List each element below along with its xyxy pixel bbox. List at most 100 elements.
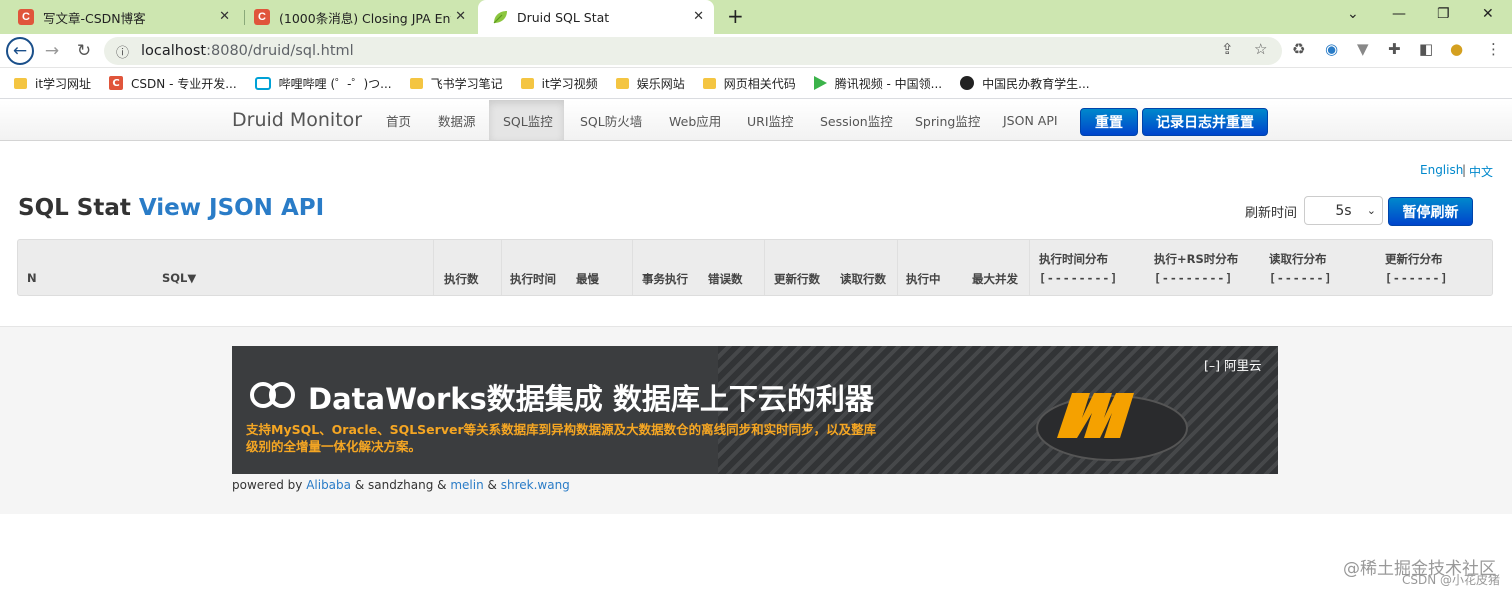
- close-icon[interactable]: ✕: [455, 9, 466, 24]
- column-divider: [433, 240, 434, 295]
- nav-item-uri[interactable]: URI监控: [733, 100, 808, 140]
- nav-item-webapp[interactable]: Web应用: [655, 100, 735, 140]
- col-header-errors[interactable]: 错误数: [708, 271, 743, 287]
- url-path: :8080/druid/sql.html: [206, 43, 354, 59]
- bookmark-item[interactable]: it学习网址: [14, 75, 91, 92]
- bookmark-item[interactable]: 网页相关代码: [702, 75, 796, 92]
- col-header-exec-time[interactable]: 执行时间: [510, 271, 556, 287]
- col-header-max-concurrent[interactable]: 最大并发: [972, 271, 1018, 287]
- view-json-api-link[interactable]: View JSON API: [139, 195, 324, 221]
- tencent-video-icon: [813, 76, 827, 90]
- nav-item-wall[interactable]: SQL防火墙: [566, 100, 656, 140]
- bookmark-item[interactable]: 飞书学习笔记: [409, 75, 503, 92]
- col-header-exec-rs-hist[interactable]: 执行+RS时分布: [1154, 251, 1238, 267]
- col-header-exec-count[interactable]: 执行数: [444, 271, 479, 287]
- col-header-txn-exec[interactable]: 事务执行: [642, 271, 688, 287]
- star-icon[interactable]: ☆: [1254, 40, 1267, 58]
- column-divider: [501, 240, 502, 295]
- bookmark-item[interactable]: 中国民办教育学生...: [960, 75, 1090, 92]
- browser-tab-druid[interactable]: Druid SQL Stat ✕: [478, 0, 714, 34]
- refresh-interval-select[interactable]: 5s ⌄: [1304, 196, 1383, 225]
- folder-icon: [615, 77, 629, 89]
- col-header-fetch-rows[interactable]: 读取行数: [840, 271, 886, 287]
- nav-item-spring[interactable]: Spring监控: [901, 100, 994, 140]
- log-and-reset-button[interactable]: 记录日志并重置: [1142, 108, 1268, 136]
- lang-english-link[interactable]: English: [1420, 163, 1463, 177]
- bookmark-item[interactable]: 腾讯视频 - 中国领...: [813, 75, 942, 92]
- alibaba-link[interactable]: Alibaba: [306, 478, 351, 492]
- close-icon[interactable]: ✕: [693, 9, 704, 24]
- bilibili-icon: [254, 76, 271, 90]
- arrow-right-icon: →: [44, 41, 60, 61]
- nav-item-session[interactable]: Session监控: [806, 100, 907, 140]
- fetch-hist-buckets: [------]: [1269, 271, 1333, 285]
- recycle-icon[interactable]: ♻: [1292, 40, 1305, 58]
- sql-stat-table: N SQL▼ 执行数 执行时间 最慢 事务执行 错误数 更新行数 读取行数 执行…: [17, 239, 1493, 296]
- col-header-running[interactable]: 执行中: [906, 271, 941, 287]
- minimize-icon[interactable]: —: [1392, 6, 1406, 22]
- new-tab-icon[interactable]: +: [727, 4, 744, 28]
- puzzle-icon[interactable]: ✚: [1388, 40, 1401, 58]
- leaf-icon: [493, 11, 507, 24]
- brand-title[interactable]: Druid Monitor: [232, 109, 362, 131]
- bookmark-label: 飞书学习笔记: [430, 76, 503, 91]
- bookmark-label: 中国民办教育学生...: [982, 76, 1090, 91]
- reload-button[interactable]: ↻: [70, 37, 98, 65]
- close-window-icon[interactable]: ✕: [1482, 6, 1494, 22]
- folder-icon: [409, 77, 423, 89]
- bookmark-item[interactable]: C CSDN - 专业开发...: [109, 75, 237, 92]
- extension-icon[interactable]: ◉: [1325, 40, 1338, 58]
- bookmark-item[interactable]: it学习视频: [520, 75, 598, 92]
- vue-devtools-icon[interactable]: ▼: [1357, 40, 1369, 58]
- csdn-icon: C: [109, 76, 124, 90]
- chevron-down-icon: ⌄: [1366, 204, 1376, 217]
- browser-tab-jpa[interactable]: C (1000条消息) Closing JPA Entit ✕: [240, 0, 476, 34]
- reset-button[interactable]: 重置: [1080, 108, 1138, 136]
- bookmark-label: it学习网址: [35, 76, 92, 91]
- menu-icon[interactable]: ⋮: [1486, 40, 1501, 58]
- nav-item-datasource[interactable]: 数据源: [424, 100, 490, 140]
- share-icon[interactable]: ⇪: [1221, 40, 1234, 58]
- nav-item-json-api[interactable]: JSON API: [989, 100, 1072, 140]
- nav-item-sql[interactable]: SQL监控: [489, 100, 564, 140]
- nav-item-home[interactable]: 首页: [372, 100, 425, 140]
- column-divider: [764, 240, 765, 295]
- sidepanel-icon[interactable]: ◧: [1419, 40, 1433, 58]
- col-header-update-hist[interactable]: 更新行分布: [1385, 251, 1443, 267]
- bookmark-item[interactable]: 哔哩哔哩 (゜-゜)つ...: [254, 75, 392, 92]
- avatar[interactable]: ●: [1450, 40, 1463, 58]
- address-bar-row: ← → ↻ ⓘ localhost:8080/druid/sql.html ⇪ …: [0, 34, 1512, 68]
- browser-tab-csdn-write[interactable]: C 写文章-CSDN博客 ✕: [4, 0, 240, 34]
- bookmark-label: CSDN - 专业开发...: [131, 76, 237, 91]
- bookmark-item[interactable]: 娱乐网站: [615, 75, 685, 92]
- col-header-exec-hist[interactable]: 执行时间分布: [1039, 251, 1108, 267]
- info-icon: ⓘ: [116, 45, 130, 61]
- col-header-fetch-hist[interactable]: 读取行分布: [1269, 251, 1327, 267]
- col-header-update-rows[interactable]: 更新行数: [774, 271, 820, 287]
- melin-link[interactable]: melin: [450, 478, 483, 492]
- col-header-sql[interactable]: SQL▼: [162, 271, 196, 285]
- refresh-label: 刷新时间: [1245, 206, 1298, 221]
- column-divider: [1029, 240, 1030, 295]
- page-title: SQL Stat View JSON API: [18, 195, 324, 221]
- ampersand: &: [354, 478, 365, 492]
- col-header-slowest[interactable]: 最慢: [576, 271, 599, 287]
- pause-refresh-button[interactable]: 暂停刷新: [1388, 197, 1473, 226]
- column-divider: [897, 240, 898, 295]
- url-input[interactable]: ⓘ localhost:8080/druid/sql.html: [104, 37, 1282, 65]
- restore-icon[interactable]: ❐: [1437, 6, 1450, 22]
- chevron-down-icon[interactable]: ⌄: [1347, 6, 1359, 22]
- close-icon[interactable]: ✕: [219, 9, 230, 24]
- lang-chinese-link[interactable]: 中文: [1469, 163, 1493, 180]
- exec-rs-hist-buckets: [--------]: [1154, 271, 1234, 285]
- bookmark-label: it学习视频: [541, 76, 598, 91]
- back-button[interactable]: ←: [6, 37, 34, 65]
- tab-title: 写文章-CSDN博客: [43, 10, 146, 26]
- col-header-n[interactable]: N: [27, 271, 37, 285]
- folder-icon: [520, 77, 534, 89]
- dataworks-ad-banner[interactable]: DataWorks数据集成 数据库上下云的利器 支持MySQL、Oracle、S…: [232, 346, 1278, 474]
- lang-separator: |: [1462, 163, 1467, 177]
- ampersand: &: [437, 478, 447, 492]
- forward-button[interactable]: →: [38, 37, 66, 65]
- shrek-link[interactable]: shrek.wang: [501, 478, 570, 492]
